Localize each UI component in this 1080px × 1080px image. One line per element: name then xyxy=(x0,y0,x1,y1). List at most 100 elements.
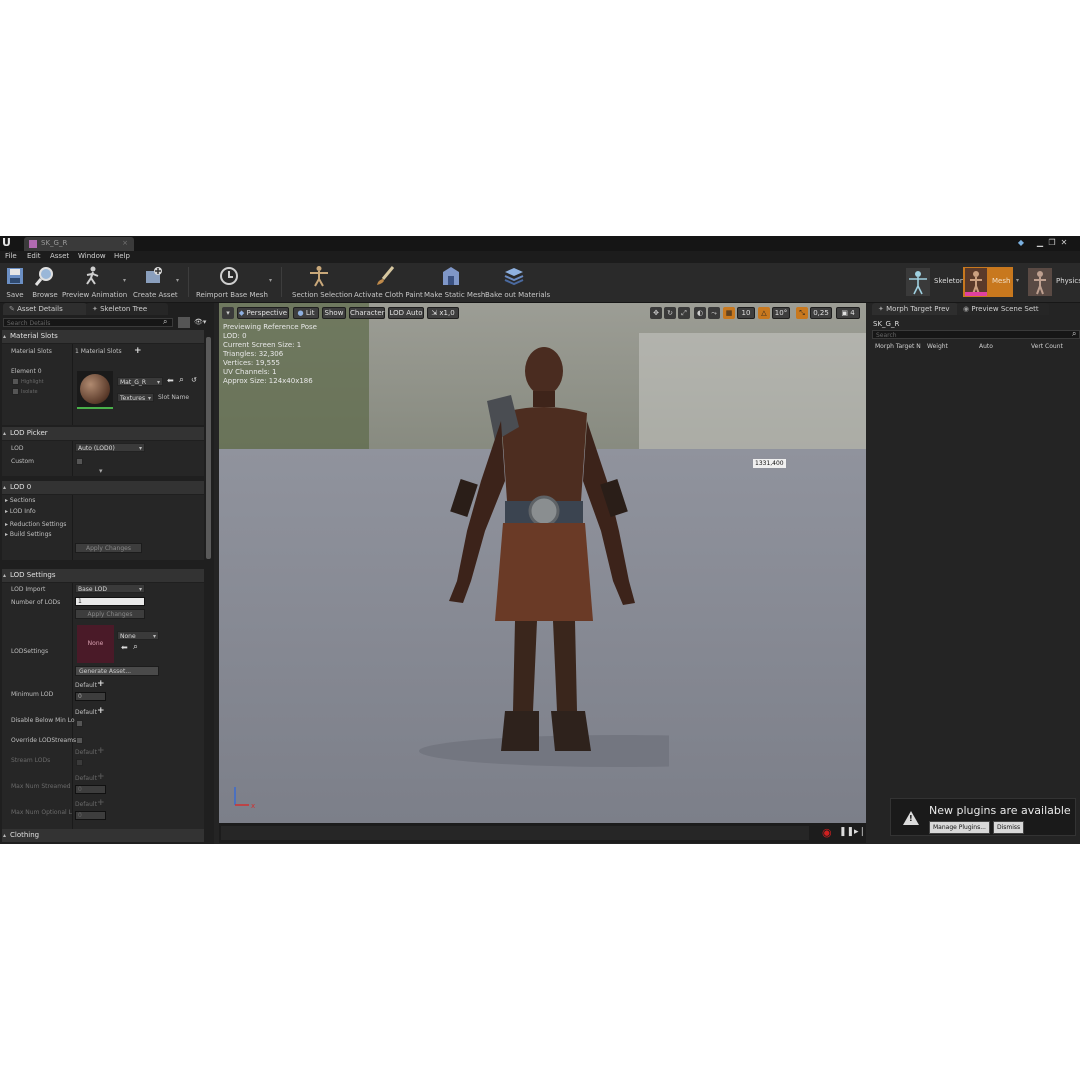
preview-animation-dropdown-icon[interactable]: ▾ xyxy=(123,277,126,284)
lodsettings-thumbnail[interactable]: None xyxy=(77,625,114,663)
sections-category[interactable]: ▸ Sections xyxy=(5,497,35,504)
column-weight[interactable]: Weight xyxy=(927,342,948,352)
translate-mode-icon[interactable]: ✥ xyxy=(650,307,662,319)
section-material-slots[interactable]: Material Slots xyxy=(2,330,204,343)
rotation-snap-value[interactable]: 10° xyxy=(772,307,790,319)
perspective-button[interactable]: ◆ Perspective xyxy=(237,307,289,319)
browse-asset-icon[interactable]: ⌕ xyxy=(179,375,184,385)
column-morph-target-name[interactable]: Morph Target N xyxy=(875,342,921,352)
create-asset-button[interactable]: Create Asset xyxy=(133,265,178,301)
preview-animation-button[interactable]: Preview Animation xyxy=(62,265,127,301)
generate-asset-button[interactable]: Generate Asset... xyxy=(75,666,159,676)
bake-out-materials-button[interactable]: Bake out Materials xyxy=(485,265,550,301)
use-selected-asset-icon[interactable]: ⬅ xyxy=(167,376,174,385)
reimport-dropdown-icon[interactable]: ▾ xyxy=(269,277,272,284)
show-button[interactable]: Show xyxy=(322,307,346,319)
browse-button[interactable]: Browse xyxy=(32,265,58,301)
create-asset-dropdown-icon[interactable]: ▾ xyxy=(176,277,179,284)
lod-settings-apply-changes-button[interactable]: Apply Changes xyxy=(75,609,145,619)
playback-speed-button[interactable]: ⇲ x1,0 xyxy=(427,307,459,319)
physics-mode-button[interactable] xyxy=(1028,268,1052,296)
lod0-apply-changes-button[interactable]: Apply Changes xyxy=(75,543,142,553)
coordinate-space-icon[interactable]: ◐ xyxy=(694,307,706,319)
property-matrix-icon[interactable] xyxy=(178,317,190,328)
textures-dropdown[interactable]: Textures xyxy=(117,393,154,403)
scale-snap-icon[interactable]: ⤡ xyxy=(796,307,808,319)
lod-import-select[interactable]: Base LOD xyxy=(75,584,145,594)
scale-mode-icon[interactable]: ⤢ xyxy=(678,307,690,319)
menu-edit[interactable]: Edit xyxy=(27,252,41,260)
expand-chevron-icon[interactable]: ▾ xyxy=(99,467,103,475)
camera-speed-button[interactable]: ▣ 4 xyxy=(836,307,860,319)
source-control-icon[interactable]: ◆ xyxy=(1016,237,1026,248)
viewport-options-dropdown[interactable]: ▾ xyxy=(222,307,234,319)
browse-lodsettings-icon[interactable]: ⌕ xyxy=(133,642,138,652)
close-window-icon[interactable]: ✕ xyxy=(1059,237,1069,248)
view-options-icon[interactable]: 👁▾ xyxy=(194,318,206,326)
build-settings-category[interactable]: ▸ Build Settings xyxy=(5,531,52,538)
lit-button[interactable]: ● Lit xyxy=(293,307,319,319)
tab-preview-scene-settings[interactable]: ◉ Preview Scene Sett xyxy=(957,303,1049,315)
close-tab-icon[interactable]: × xyxy=(122,239,128,247)
morph-search-input[interactable]: Search xyxy=(872,330,1080,339)
reset-arrow-icon[interactable]: ↺ xyxy=(191,376,197,384)
grid-snap-icon[interactable]: ▦ xyxy=(723,307,735,319)
column-vert-count[interactable]: Vert Count xyxy=(1031,342,1063,352)
character-mesh[interactable] xyxy=(409,331,669,771)
override-lodstreams-checkbox[interactable] xyxy=(76,737,83,744)
lod-select[interactable]: Auto (LOD0) xyxy=(75,443,145,453)
search-details-input[interactable]: Search Details xyxy=(3,318,173,327)
highlight-checkbox[interactable] xyxy=(12,378,19,385)
details-scrollbar[interactable] xyxy=(206,337,211,559)
minimum-lod-add-override-button[interactable]: + xyxy=(97,680,105,689)
section-selection-button[interactable]: Section Selection xyxy=(292,265,353,301)
section-lod-picker[interactable]: LOD Picker xyxy=(2,427,204,440)
column-auto[interactable]: Auto xyxy=(979,342,993,352)
add-material-slot-button[interactable]: + xyxy=(134,347,142,356)
mesh-mode-button[interactable]: Mesh xyxy=(963,267,1013,297)
rotation-snap-icon[interactable]: △ xyxy=(758,307,770,319)
menu-asset[interactable]: Asset xyxy=(50,252,69,260)
scale-snap-value[interactable]: 0,25 xyxy=(810,307,832,319)
mesh-viewport[interactable]: ▾ ◆ Perspective ● Lit Show Character LOD… xyxy=(219,303,866,823)
use-selected-lodsettings-icon[interactable]: ⬅ xyxy=(121,643,128,652)
material-thumbnail[interactable] xyxy=(77,371,113,409)
disable-below-min-lod-checkbox[interactable] xyxy=(76,720,83,727)
dismiss-button[interactable]: Dismiss xyxy=(993,821,1025,834)
material-select[interactable]: Mat_G_R xyxy=(117,377,163,387)
menu-file[interactable]: File xyxy=(5,252,17,260)
custom-checkbox[interactable] xyxy=(76,458,83,465)
step-forward-icon[interactable]: ▸❘ xyxy=(854,827,866,837)
tab-morph-target-preview[interactable]: ✦ Morph Target Prev xyxy=(872,303,958,315)
section-lod-settings[interactable]: LOD Settings xyxy=(2,569,204,582)
lod-auto-button[interactable]: LOD Auto xyxy=(388,307,424,319)
save-button[interactable]: Save xyxy=(4,265,26,301)
minimum-lod-input[interactable]: 0 xyxy=(75,692,106,701)
make-static-mesh-button[interactable]: Make Static Mesh xyxy=(424,265,485,301)
timeline-track[interactable] xyxy=(221,826,809,840)
lodsettings-asset-select[interactable]: None xyxy=(117,631,159,641)
activate-cloth-paint-button[interactable]: Activate Cloth Paint xyxy=(354,265,423,301)
reduction-settings-category[interactable]: ▸ Reduction Settings xyxy=(5,521,66,528)
pause-icon[interactable]: ❚❚ xyxy=(839,827,854,837)
document-tab[interactable]: SK_G_R × xyxy=(24,237,134,251)
surface-snap-icon[interactable]: ⤳ xyxy=(708,307,720,319)
reimport-base-mesh-button[interactable]: Reimport Base Mesh xyxy=(196,265,268,301)
number-of-lods-input[interactable]: 1 xyxy=(75,597,145,606)
isolate-checkbox[interactable] xyxy=(12,388,19,395)
skeleton-mode-button[interactable] xyxy=(906,268,930,296)
disable-below-min-add-override-button[interactable]: + xyxy=(97,707,105,716)
menu-window[interactable]: Window xyxy=(78,252,106,260)
tab-skeleton-tree[interactable]: ✦ Skeleton Tree xyxy=(86,303,168,315)
section-clothing[interactable]: Clothing xyxy=(2,829,204,842)
lod-info-category[interactable]: ▸ LOD Info xyxy=(5,508,36,515)
record-icon[interactable]: ◉ xyxy=(822,826,832,839)
grid-snap-value[interactable]: 10 xyxy=(737,307,755,319)
maximize-icon[interactable]: ❐ xyxy=(1047,237,1057,248)
tab-asset-details[interactable]: ✎ Asset Details xyxy=(3,303,87,315)
manage-plugins-button[interactable]: Manage Plugins... xyxy=(929,821,990,834)
section-lod-0[interactable]: LOD 0 xyxy=(2,481,204,494)
menu-help[interactable]: Help xyxy=(114,252,130,260)
character-button[interactable]: Character xyxy=(349,307,385,319)
mesh-mode-dropdown-icon[interactable]: ▾ xyxy=(1016,277,1019,284)
